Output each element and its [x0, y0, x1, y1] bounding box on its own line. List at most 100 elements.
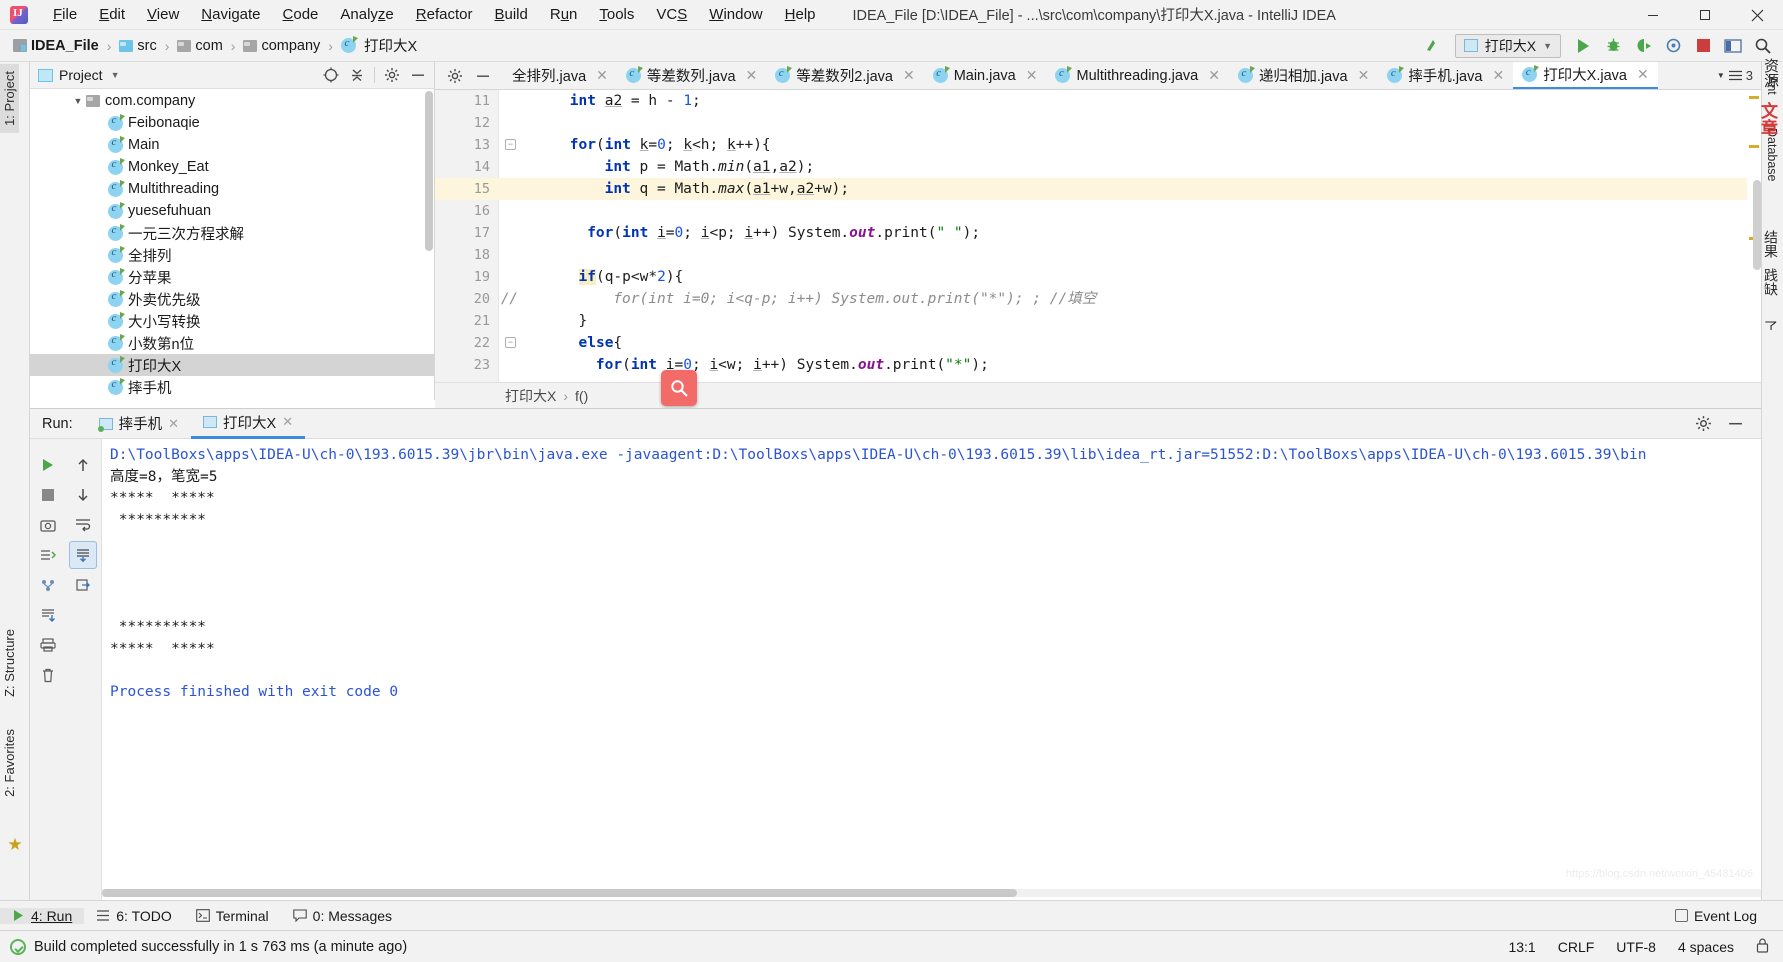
hide-panel-icon[interactable] [406, 64, 430, 86]
close-icon[interactable]: ✕ [1358, 67, 1370, 84]
run-with-coverage-button[interactable] [1629, 33, 1657, 59]
stop-button[interactable] [1689, 33, 1717, 59]
sidebar-tab-ant[interactable]: Ant [1762, 70, 1782, 101]
collapse-all-icon[interactable] [345, 64, 369, 86]
close-icon[interactable]: ✕ [1637, 66, 1649, 83]
tree-node[interactable]: 小数第n位 [30, 332, 434, 354]
editor-tab[interactable]: 打印大X.java ✕ [1513, 62, 1658, 89]
tree-node[interactable]: 打印大X [30, 354, 434, 376]
tree-node[interactable]: Multithreading [30, 178, 434, 200]
bottom-tab-messages[interactable]: 0: Messages [281, 908, 404, 924]
scroll-from-source-icon[interactable] [319, 64, 343, 86]
search-icon[interactable] [1749, 33, 1777, 59]
trash-button[interactable] [34, 661, 62, 689]
editor-tab[interactable]: 摔手机.java ✕ [1378, 62, 1513, 89]
close-icon[interactable]: ✕ [1208, 67, 1220, 84]
scroll-to-end-button[interactable] [69, 541, 98, 569]
scroll-up-button[interactable] [69, 451, 97, 479]
hide-editor-tabs-icon[interactable] [471, 65, 495, 87]
bottom-tab-todo[interactable]: 6: TODO [84, 908, 184, 924]
breadcrumb-item-src[interactable]: src [116, 36, 159, 56]
tree-node[interactable]: Monkey_Eat [30, 156, 434, 178]
editor-vertical-scrollbar[interactable] [1753, 180, 1761, 270]
bottom-tab-run[interactable]: 4: Run [0, 907, 85, 924]
print-button[interactable] [34, 631, 62, 659]
close-icon[interactable]: ✕ [903, 67, 915, 84]
file-encoding[interactable]: UTF-8 [1616, 939, 1656, 955]
menu-run[interactable]: Run [539, 2, 589, 27]
close-icon[interactable]: ✕ [282, 414, 293, 430]
soft-wrap-button[interactable] [69, 511, 97, 539]
tree-node[interactable]: 外卖优先级 [30, 288, 434, 310]
export-button[interactable] [34, 601, 62, 629]
search-everywhere-magnifier-icon[interactable] [661, 370, 697, 406]
editor-breadcrumb-method[interactable]: f() [575, 388, 588, 404]
sidebar-tab-project[interactable]: 1: Project [0, 64, 19, 133]
sidebar-tab-database[interactable]: Database [1762, 122, 1782, 188]
close-icon[interactable]: ✕ [1026, 67, 1038, 84]
menu-window[interactable]: Window [698, 2, 773, 27]
tree-node[interactable]: 一元三次方程求解 [30, 222, 434, 244]
breadcrumb-item-company[interactable]: company [240, 36, 323, 56]
run-tab-shuaishouji[interactable]: 摔手机 ✕ [87, 409, 191, 439]
menu-tools[interactable]: Tools [588, 2, 645, 27]
breadcrumb-item-class[interactable]: 打印大X [338, 33, 420, 58]
rerun-failed-button[interactable] [34, 541, 62, 569]
lock-icon[interactable] [1756, 938, 1769, 956]
tree-node[interactable]: 大小写转换 [30, 310, 434, 332]
gear-icon[interactable] [1691, 413, 1715, 435]
maximize-button[interactable] [1679, 0, 1731, 30]
editor-tab[interactable]: 等差数列2.java ✕ [766, 62, 923, 89]
layout-button[interactable] [1719, 33, 1747, 59]
tree-node[interactable]: yuesefuhuan [30, 200, 434, 222]
editor-tab[interactable]: Multithreading.java ✕ [1046, 62, 1228, 89]
close-icon[interactable]: ✕ [746, 67, 758, 84]
menu-vcs[interactable]: VCS [645, 2, 698, 27]
scroll-down-button[interactable] [69, 481, 97, 509]
close-run-button[interactable] [69, 571, 97, 599]
project-tree-scrollbar[interactable] [425, 91, 433, 251]
menu-navigate[interactable]: Navigate [190, 2, 271, 27]
menu-refactor[interactable]: Refactor [405, 2, 484, 27]
close-icon[interactable]: ✕ [168, 416, 179, 432]
favorites-star-icon[interactable]: ★ [0, 832, 30, 858]
menu-file[interactable]: FFileile [42, 2, 88, 27]
menu-analyze[interactable]: Analyze [329, 2, 404, 27]
rerun-button[interactable] [34, 451, 62, 479]
menu-view[interactable]: View [136, 2, 190, 27]
project-tree[interactable]: ▼ com.company Feibonaqie Main Monkey_Eat Mult… [30, 89, 434, 400]
chevron-down-icon[interactable]: ▼ [70, 96, 86, 106]
editor-tab[interactable]: 等差数列.java ✕ [617, 62, 766, 89]
debug-button[interactable] [1599, 33, 1627, 59]
hide-run-panel-icon[interactable] [1723, 413, 1747, 435]
run-configuration-selector[interactable]: 打印大X ▼ [1454, 33, 1561, 58]
run-tab-dayinbigx[interactable]: 打印大X ✕ [191, 409, 306, 439]
breadcrumb-item-project[interactable]: IDEA_File [10, 36, 102, 56]
menu-edit[interactable]: Edit [88, 2, 136, 27]
gear-icon[interactable] [443, 65, 467, 87]
profiler-button[interactable] [1659, 33, 1687, 59]
tree-node[interactable]: 摔手机 [30, 376, 434, 398]
editor-error-stripe[interactable] [1747, 90, 1761, 382]
breadcrumb-item-com[interactable]: com [174, 36, 225, 56]
chevron-down-icon[interactable]: ▼ [111, 70, 120, 80]
gear-icon[interactable] [380, 64, 404, 86]
console-output[interactable]: D:\ToolBoxs\apps\IDEA-U\ch-0\193.6015.39… [102, 439, 1761, 901]
editor-tab[interactable]: 全排列.java ✕ [503, 62, 617, 89]
close-button[interactable] [1731, 0, 1783, 30]
indent-setting[interactable]: 4 spaces [1678, 939, 1734, 955]
caret-position[interactable]: 13:1 [1508, 939, 1535, 955]
console-horizontal-scrollbar[interactable] [102, 889, 1017, 897]
fold-toggle-icon[interactable]: − [505, 139, 516, 150]
tree-node[interactable]: 分苹果 [30, 266, 434, 288]
editor-tab[interactable]: Main.java ✕ [924, 62, 1047, 89]
event-log-button[interactable]: Event Log [1663, 908, 1769, 924]
tree-node[interactable]: ▼ com.company [30, 90, 434, 112]
fold-toggle-icon[interactable]: − [505, 337, 516, 348]
menu-build[interactable]: Build [483, 2, 538, 27]
line-separator[interactable]: CRLF [1558, 939, 1595, 955]
back-arrow-icon[interactable] [1419, 33, 1447, 59]
tree-node[interactable]: Main [30, 134, 434, 156]
bottom-tab-terminal[interactable]: Terminal [184, 908, 281, 924]
editor-tab-overflow[interactable]: ▼ 3 [1709, 62, 1761, 89]
